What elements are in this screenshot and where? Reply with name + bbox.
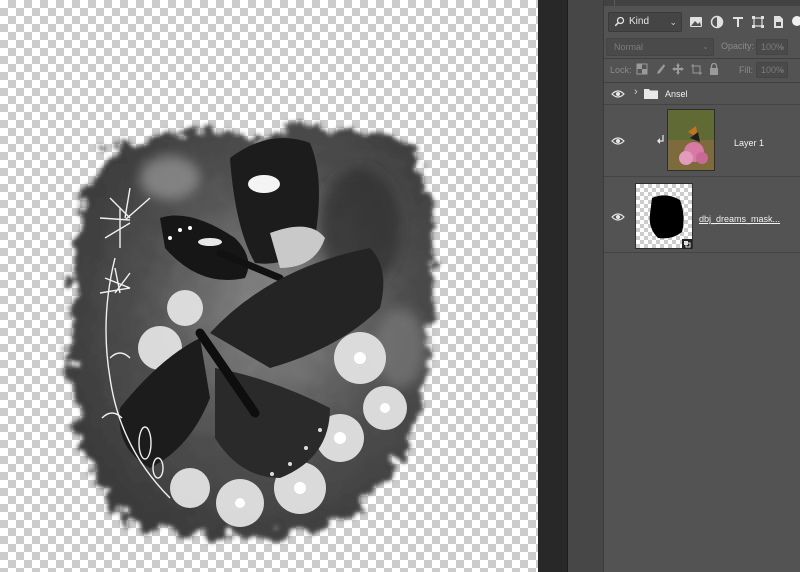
layer-row-group[interactable]: › Ansel bbox=[604, 83, 800, 105]
folder-icon bbox=[644, 89, 658, 99]
chevron-down-icon: ⌄ bbox=[702, 42, 709, 51]
lock-transparent-pixels-icon[interactable] bbox=[636, 63, 648, 75]
chevron-down-icon: ⌄ bbox=[778, 42, 785, 51]
shape-filter-icon[interactable] bbox=[750, 14, 766, 30]
eye-icon[interactable] bbox=[611, 212, 625, 222]
layer-filter-row: Kind ⌄ bbox=[604, 12, 800, 34]
smart-object-filter-icon[interactable] bbox=[770, 14, 786, 30]
eye-icon[interactable] bbox=[611, 136, 625, 146]
blend-mode-select[interactable]: Normal ⌄ bbox=[606, 38, 714, 56]
fill-label: Fill: bbox=[739, 65, 753, 75]
opacity-label: Opacity: bbox=[721, 41, 755, 51]
type-filter-icon[interactable] bbox=[730, 14, 746, 30]
lock-image-pixels-icon[interactable] bbox=[654, 63, 666, 75]
chevron-down-icon: ⌄ bbox=[778, 65, 785, 74]
lock-row: Lock: Fill: 100% ⌄ bbox=[604, 60, 800, 80]
layers-panel: Kind ⌄ Normal ⌄ Opacity: 100% ⌄ Lock: Fi… bbox=[604, 0, 800, 572]
lock-label: Lock: bbox=[610, 65, 632, 75]
lock-position-icon[interactable] bbox=[672, 63, 684, 75]
lock-artboard-icon[interactable] bbox=[690, 63, 702, 75]
eye-icon[interactable] bbox=[611, 89, 625, 99]
smart-object-badge-icon bbox=[682, 239, 692, 249]
blend-row: Normal ⌄ Opacity: 100% ⌄ bbox=[604, 38, 800, 58]
panel-tab-strip bbox=[604, 0, 800, 6]
adjustment-filter-icon[interactable] bbox=[709, 14, 725, 30]
chevron-down-icon: ⌄ bbox=[669, 17, 677, 27]
lock-all-icon[interactable] bbox=[708, 63, 720, 75]
filter-kind-label: Kind bbox=[629, 16, 650, 27]
fill-input[interactable]: 100% ⌄ bbox=[756, 62, 788, 78]
layer-row-mask[interactable]: dbj_dreams_mask... bbox=[604, 177, 800, 253]
document-canvas[interactable] bbox=[0, 0, 538, 572]
filter-kind-select[interactable]: Kind ⌄ bbox=[608, 12, 682, 32]
search-icon bbox=[614, 16, 625, 27]
panel-divider bbox=[604, 58, 800, 59]
layer-name: Ansel bbox=[665, 89, 688, 99]
pixel-filter-icon[interactable] bbox=[688, 14, 704, 30]
layer-name: dbj_dreams_mask... bbox=[699, 214, 781, 224]
filter-toggle-switch[interactable] bbox=[792, 16, 800, 26]
blend-mode-value: Normal bbox=[614, 42, 644, 52]
layer-name: Layer 1 bbox=[734, 138, 765, 148]
layer-thumbnail bbox=[667, 109, 715, 171]
clipping-mask-arrow-icon bbox=[657, 135, 664, 144]
panel-dock-gutter bbox=[538, 0, 567, 572]
opacity-input[interactable]: 100% ⌄ bbox=[756, 39, 788, 55]
chevron-right-icon[interactable]: › bbox=[634, 86, 638, 98]
masked-butterfly-artwork bbox=[70, 126, 435, 538]
layer-row-layer-1[interactable]: Layer 1 bbox=[604, 105, 800, 177]
collapsed-panel-rail bbox=[568, 0, 604, 572]
